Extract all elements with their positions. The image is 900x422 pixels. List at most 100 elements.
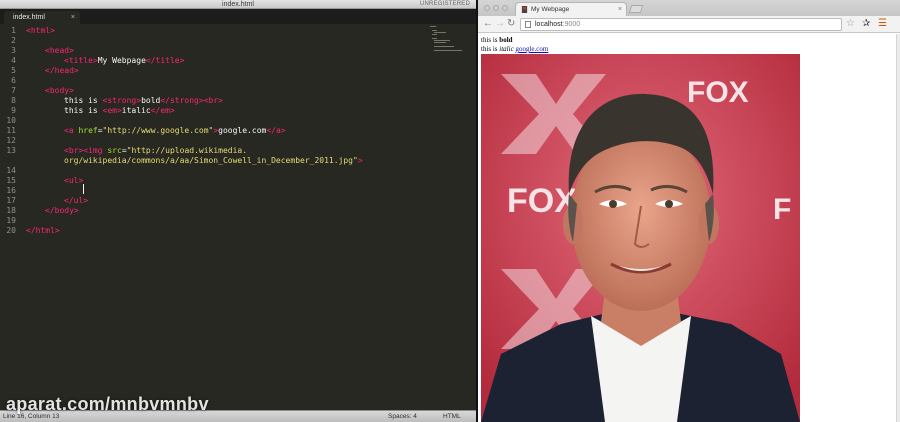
svg-text:F: F: [773, 193, 791, 226]
line-number: 6: [11, 76, 16, 85]
zoom-window-button[interactable]: [502, 5, 508, 11]
url-port: :9000: [562, 21, 581, 28]
code-line: this is <em>italic</em>: [64, 106, 175, 116]
syntax-mode[interactable]: HTML: [443, 411, 461, 422]
title-text: My Webpage: [97, 56, 146, 65]
code-line: </html>: [26, 226, 60, 236]
head-open-tag: <head>: [45, 46, 74, 55]
code-line: </body>: [45, 206, 79, 216]
strong-close-tag: </strong>: [160, 96, 204, 105]
strong-open-tag: <strong>: [102, 96, 142, 105]
href-attribute: href: [78, 126, 98, 135]
browser-window: My Webpage × ← → ↻ localhost:9000 ☆ ✰ ☰ …: [478, 0, 900, 422]
editor-window-title: index.html: [222, 1, 254, 8]
code-line: <head>: [45, 46, 74, 56]
close-icon[interactable]: ×: [618, 3, 622, 16]
line-number: 7: [11, 86, 16, 95]
back-arrow-icon[interactable]: ←: [483, 18, 493, 30]
code-line: <title>My Webpage</title>: [64, 56, 184, 66]
html-close-tag: </html>: [26, 226, 60, 235]
tag-end: >: [357, 156, 363, 165]
menu-icon[interactable]: ☰: [878, 18, 887, 30]
editor-tab-bar: index.html ×: [0, 9, 476, 24]
reload-icon[interactable]: ↻: [507, 18, 515, 30]
line-number: 10: [6, 116, 16, 125]
document-favicon-icon: [521, 6, 528, 13]
line-number: 14: [6, 166, 16, 175]
new-tab-button[interactable]: [628, 5, 644, 13]
unregistered-label: UNREGISTERED: [419, 1, 470, 7]
line-number: 2: [11, 36, 16, 45]
line-number: 15: [6, 176, 16, 185]
code-line: </head>: [45, 66, 79, 76]
italic-text-line: this is italic google.com: [481, 45, 548, 54]
forward-arrow-icon[interactable]: →: [495, 18, 505, 30]
editor-tab-index-html[interactable]: index.html ×: [4, 11, 80, 24]
portrait-photo: FOX FOX F: [481, 54, 800, 422]
img-open-tag: <img: [83, 146, 108, 155]
code-line: </ul>: [64, 196, 88, 206]
page-viewport: this is bold this is italic google.com F…: [478, 34, 896, 422]
bold-text: bold: [499, 36, 513, 44]
editor-titlebar: index.html UNREGISTERED: [0, 0, 476, 9]
ul-open-tag: <ul>: [64, 176, 84, 185]
browser-toolbar: ← → ↻ localhost:9000 ☆ ✰ ☰: [478, 16, 900, 33]
minimap-line: [434, 42, 446, 43]
code-line: <body>: [45, 86, 74, 96]
address-bar[interactable]: localhost:9000: [520, 18, 842, 31]
minimap-line: [434, 46, 454, 47]
code-line: <html>: [26, 26, 55, 36]
code-text: bold: [141, 96, 161, 105]
title-close-tag: </title>: [145, 56, 185, 65]
plain-text: this is: [481, 36, 500, 44]
browser-tab-bar: My Webpage ×: [478, 0, 900, 16]
head-close-tag: </head>: [45, 66, 79, 75]
src-value-continued: org/wikipedia/commons/a/aa/Simon_Cowell_…: [64, 156, 358, 165]
line-number: 9: [11, 106, 16, 115]
href-value: "http://www.google.com": [102, 126, 214, 135]
title-open-tag: <title>: [64, 56, 98, 65]
line-number: 20: [6, 226, 16, 235]
line-number-gutter: 1 2 3 4 5 6 7 8 9 10 11 12 13 14 15 16 1…: [0, 24, 22, 410]
src-attribute: src: [107, 146, 122, 155]
browser-tab-my-webpage[interactable]: My Webpage ×: [515, 2, 627, 16]
body-close-tag: </body>: [45, 206, 79, 215]
bold-text-line: this is bold: [481, 36, 513, 45]
anchor-close-tag: </a>: [266, 126, 286, 135]
bookmark-star-icon[interactable]: ☆: [846, 18, 855, 30]
line-number: 13: [6, 146, 16, 155]
indentation-setting[interactable]: Spaces: 4: [388, 411, 417, 422]
line-number: 16: [6, 186, 16, 195]
code-editor-window: index.html UNREGISTERED index.html × 1 2…: [0, 0, 476, 422]
em-close-tag: </em>: [150, 106, 175, 115]
line-number: 1: [11, 26, 16, 35]
body-open-tag: <body>: [45, 86, 74, 95]
minimap-line: [432, 34, 437, 35]
code-line: this is <strong>bold</strong><br>: [64, 96, 223, 106]
browser-tab-label: My Webpage: [531, 6, 570, 13]
line-number: 17: [6, 196, 16, 205]
code-line: <br><img src="http://upload.wikimedia.: [64, 146, 247, 156]
minimize-window-button[interactable]: [493, 5, 499, 11]
code-text: google.com: [218, 126, 267, 135]
plain-text: this is: [481, 45, 500, 53]
minimap[interactable]: [430, 25, 466, 51]
url-host: localhost: [535, 21, 563, 28]
close-window-button[interactable]: [484, 5, 490, 11]
minimap-line: [432, 38, 437, 39]
line-number: 3: [11, 46, 16, 55]
line-number: 8: [11, 96, 16, 105]
screen: index.html UNREGISTERED index.html × 1 2…: [0, 0, 900, 422]
page-scrollbar[interactable]: [896, 34, 900, 422]
line-number: 18: [6, 206, 16, 215]
line-number: 4: [11, 56, 16, 65]
line-number: 5: [11, 66, 16, 75]
minimap-line: [434, 40, 450, 41]
extension-icon[interactable]: ✰: [862, 18, 870, 30]
em-open-tag: <em>: [102, 106, 122, 115]
google-link[interactable]: google.com: [515, 45, 548, 53]
text-cursor: [83, 184, 84, 194]
code-area[interactable]: <html> <head> <title>My Webpage</title> …: [26, 24, 426, 410]
close-icon[interactable]: ×: [71, 11, 75, 24]
code-line: <ul>: [64, 176, 83, 186]
